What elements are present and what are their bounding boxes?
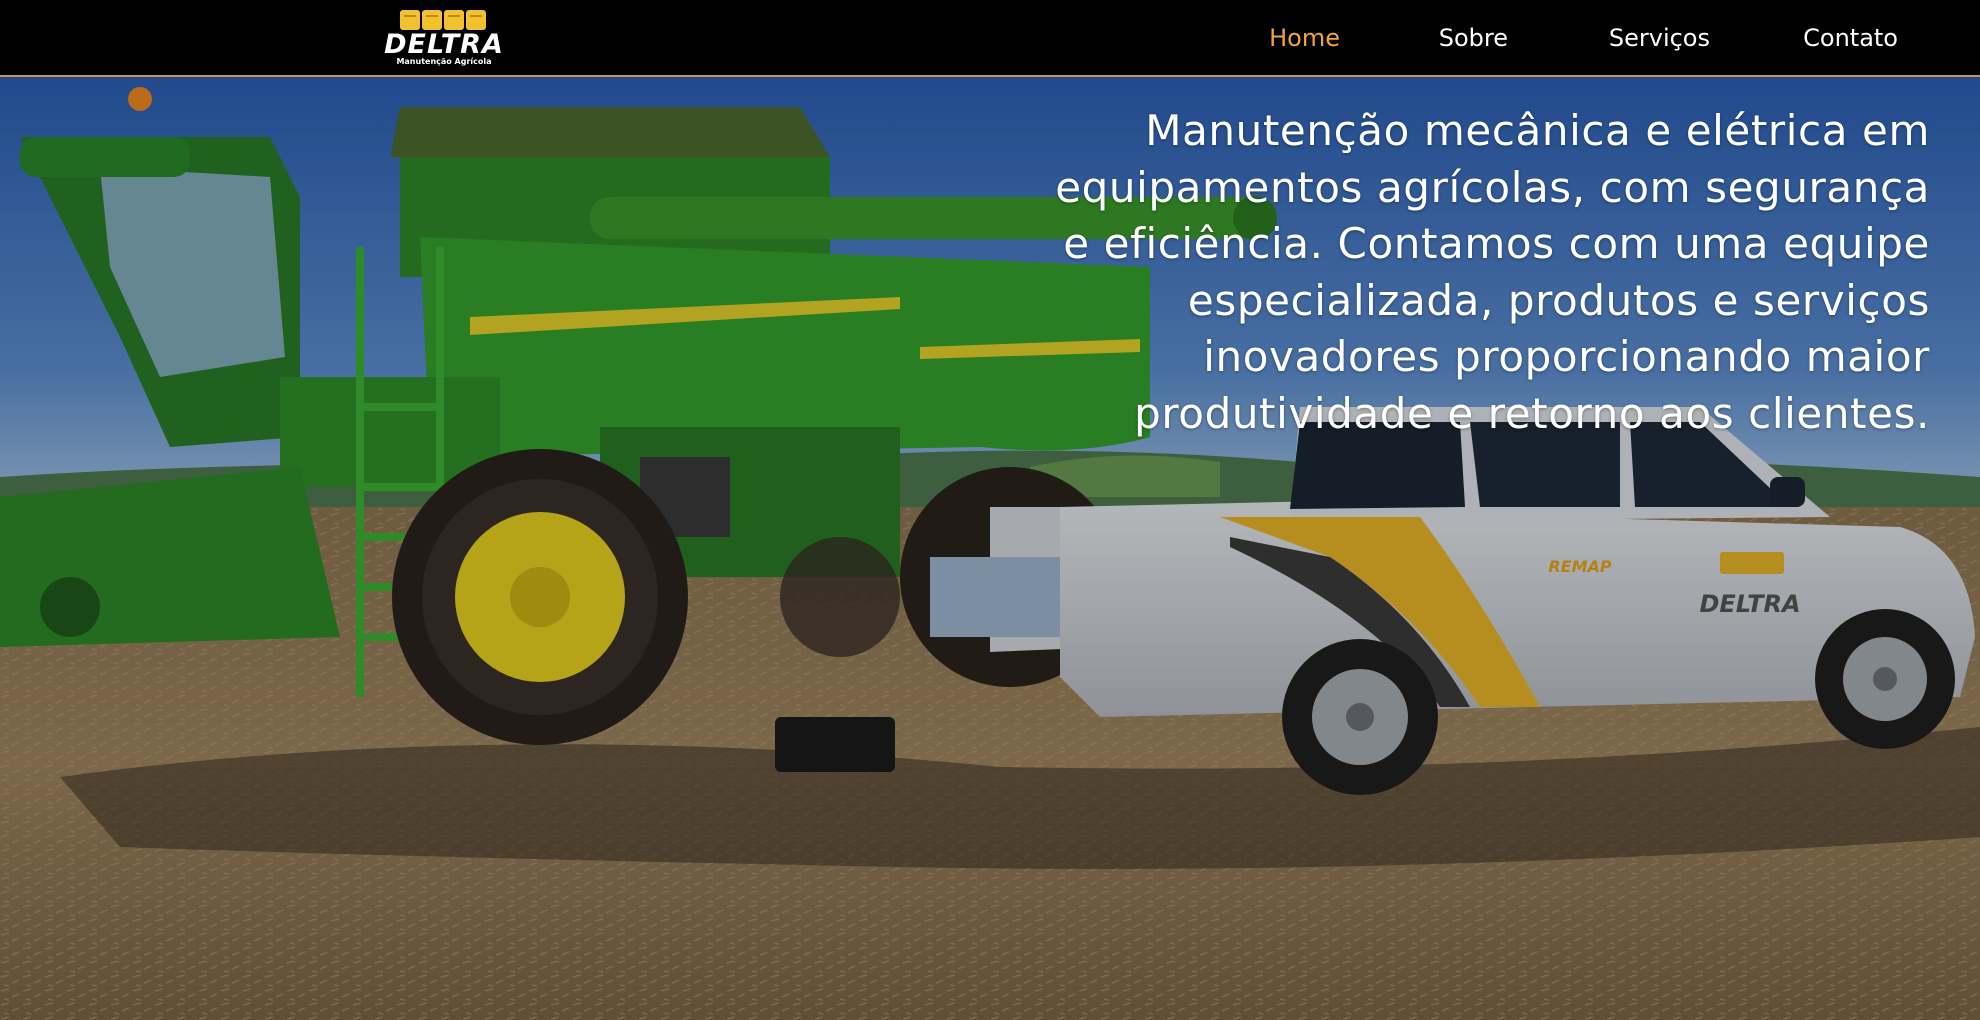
deltra-logo[interactable]: DELTRA Manutenção Agrícola xyxy=(376,5,512,69)
nav-servicos-link[interactable]: Serviços xyxy=(1609,22,1710,54)
hero-line: equipamentos agrícolas, com segurança xyxy=(1055,162,1930,212)
hero-line: inovadores proporcionando maior xyxy=(1203,332,1930,381)
nav-contato-link[interactable]: Contato xyxy=(1803,22,1898,54)
hero-line: produtividade e retorno aos clientes. xyxy=(1134,388,1930,438)
logo-tagline: Manutenção Agrícola xyxy=(396,57,492,66)
hero-section: DELTRA REMAP Manutenção mecânica e elétr… xyxy=(0,77,1980,1020)
hero-line: especializada, produtos e serviços xyxy=(1187,275,1930,325)
hero-line: Manutenção mecânica e elétrica em xyxy=(1145,106,1930,155)
site-header: DELTRA Manutenção Agrícola Home Sobre Se… xyxy=(0,0,1980,77)
logo-wordmark: DELTRA xyxy=(384,29,504,60)
nav-home-link[interactable]: Home xyxy=(1269,22,1340,54)
nav-sobre-link[interactable]: Sobre xyxy=(1439,22,1508,54)
hero-description: Manutenção mecânica e elétrica em equipa… xyxy=(930,103,1930,442)
hero-line: e eficiência. Contamos com uma equipe xyxy=(1063,219,1930,268)
